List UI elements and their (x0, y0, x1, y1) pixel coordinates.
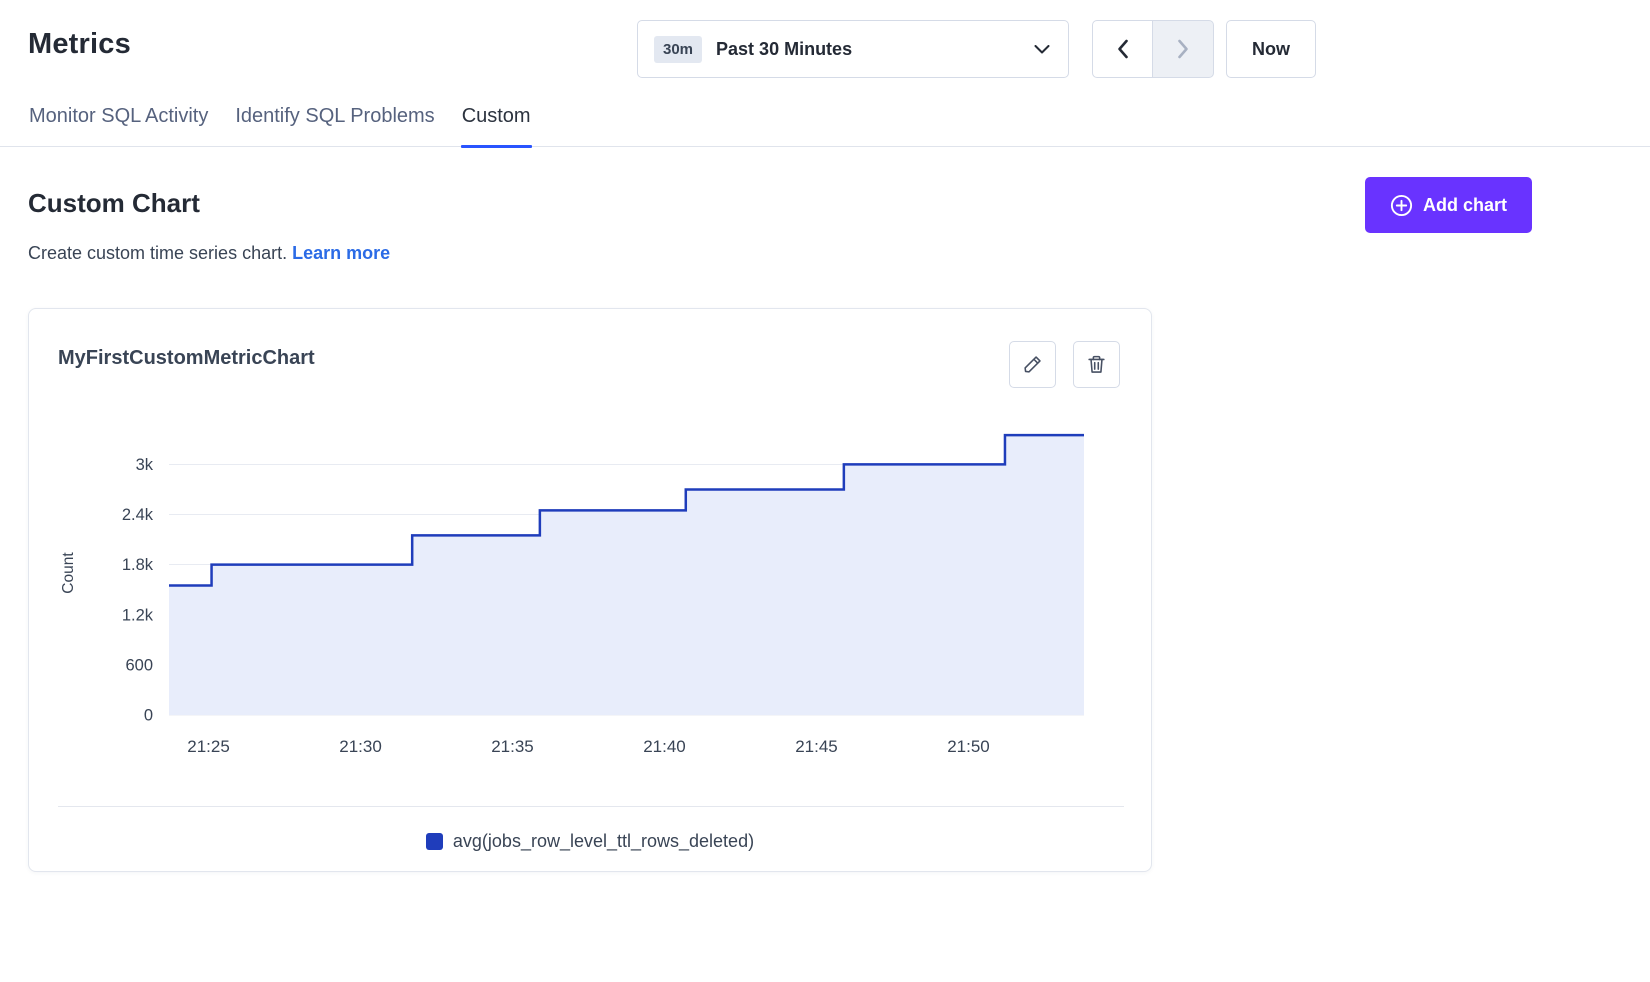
tab-identify-sql-problems[interactable]: Identify SQL Problems (234, 101, 435, 146)
svg-text:Count: Count (60, 552, 77, 594)
time-back-button[interactable] (1092, 20, 1153, 78)
svg-text:600: 600 (125, 656, 153, 674)
svg-text:21:45: 21:45 (795, 737, 838, 756)
legend-swatch (426, 833, 443, 850)
section-title: Custom Chart (28, 188, 200, 219)
svg-text:1.2k: 1.2k (122, 606, 154, 624)
section-description: Create custom time series chart.Learn mo… (28, 243, 390, 264)
learn-more-link[interactable]: Learn more (292, 243, 390, 263)
svg-text:0: 0 (144, 707, 153, 725)
custom-chart-card: MyFirstCustomMetricChart 0 600 1.2k 1.8k 2.4… (28, 308, 1152, 872)
tab-monitor-sql-activity[interactable]: Monitor SQL Activity (28, 101, 209, 146)
legend-divider (58, 806, 1124, 807)
now-button[interactable]: Now (1226, 20, 1316, 78)
svg-text:3k: 3k (136, 456, 154, 474)
chart-legend: avg(jobs_row_level_ttl_rows_deleted) (29, 831, 1151, 852)
time-range-label: Past 30 Minutes (716, 39, 1034, 60)
svg-text:1.8k: 1.8k (122, 556, 154, 574)
time-range-badge: 30m (654, 36, 702, 63)
svg-text:21:40: 21:40 (643, 737, 686, 756)
time-forward-button[interactable] (1153, 20, 1214, 78)
section-description-text: Create custom time series chart. (28, 243, 287, 263)
time-step-button-group (1092, 20, 1214, 78)
chart-plot-area[interactable]: 0 600 1.2k 1.8k 2.4k 3k 21:25 21:30 21:35 21:40 21… (57, 423, 1097, 763)
legend-label: avg(jobs_row_level_ttl_rows_deleted) (453, 831, 754, 852)
trash-icon (1086, 354, 1107, 375)
chart-title: MyFirstCustomMetricChart (58, 347, 315, 370)
pencil-icon (1022, 354, 1043, 375)
svg-text:21:35: 21:35 (491, 737, 534, 756)
metrics-tabs: Monitor SQL Activity Identify SQL Proble… (0, 101, 1650, 147)
tab-custom[interactable]: Custom (461, 101, 532, 146)
svg-text:2.4k: 2.4k (122, 506, 154, 524)
edit-chart-button[interactable] (1009, 341, 1056, 388)
chevron-right-icon (1176, 38, 1190, 60)
plus-circle-icon (1390, 194, 1413, 217)
add-chart-button[interactable]: Add chart (1365, 177, 1532, 233)
svg-text:21:30: 21:30 (339, 737, 382, 756)
page-title: Metrics (28, 28, 131, 61)
custom-metric-chart[interactable]: 0 600 1.2k 1.8k 2.4k 3k 21:25 21:30 21:35 21:40 21… (57, 423, 1097, 763)
svg-text:21:50: 21:50 (947, 737, 990, 756)
delete-chart-button[interactable] (1073, 341, 1120, 388)
chevron-left-icon (1116, 38, 1130, 60)
time-range-selector[interactable]: 30m Past 30 Minutes (637, 20, 1069, 78)
svg-text:21:25: 21:25 (187, 737, 230, 756)
add-chart-label: Add chart (1423, 195, 1507, 216)
chevron-down-icon (1034, 45, 1050, 54)
